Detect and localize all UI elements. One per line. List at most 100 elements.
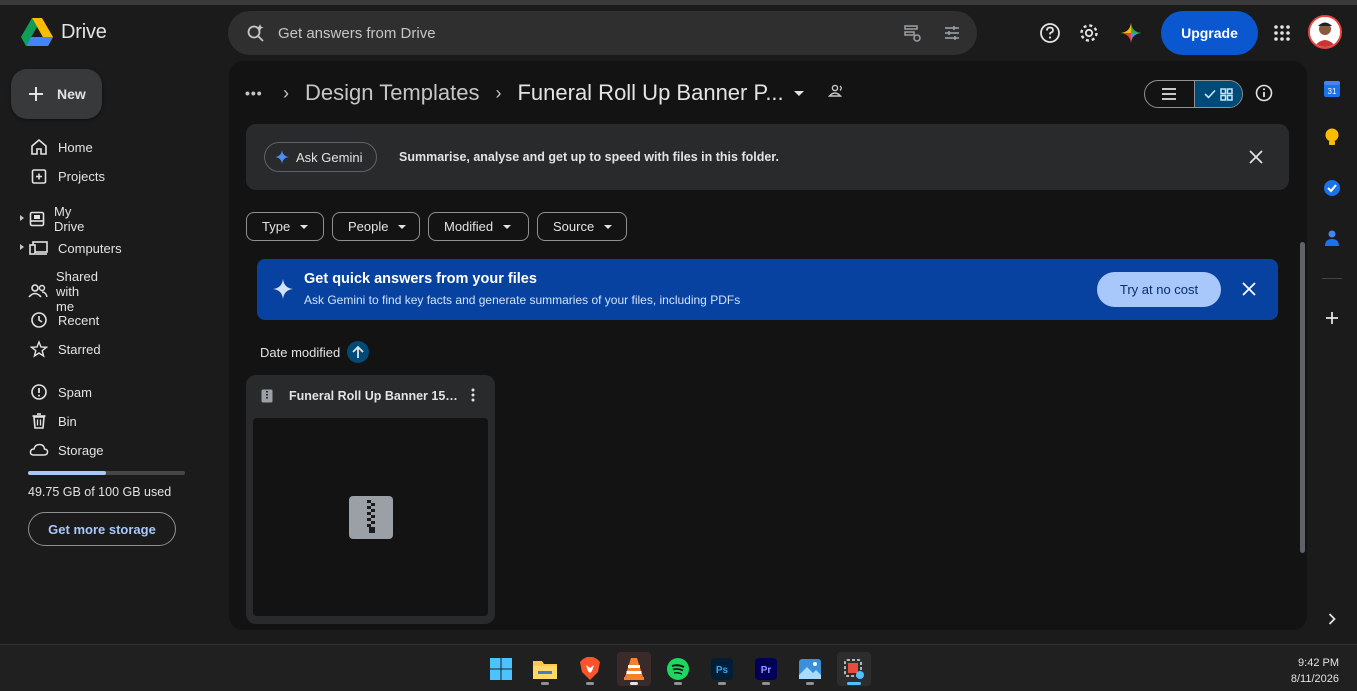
brave-browser-icon[interactable] [573, 652, 607, 686]
file-card[interactable]: Funeral Roll Up Banner 15 i... [246, 375, 495, 624]
filter-chips: Type People Modified Source [246, 212, 627, 241]
apps-grid-icon[interactable] [1270, 21, 1294, 45]
sidebar-item-spam[interactable]: Spam [18, 378, 92, 406]
chip-label: People [348, 219, 389, 234]
sidebar-item-label: Bin [58, 413, 77, 429]
shared-folder-icon[interactable] [827, 83, 846, 104]
upgrade-button[interactable]: Upgrade [1161, 11, 1258, 55]
filter-modified-chip[interactable]: Modified [428, 212, 529, 241]
breadcrumb: ••• › Design Templates › Funeral Roll Up… [245, 79, 846, 107]
sidebar-item-label: Computers [58, 240, 122, 256]
search-input[interactable] [278, 21, 838, 45]
search-sparkle-icon [246, 23, 266, 48]
sidebar-item-label: Home [58, 139, 93, 155]
expand-panel-chevron-icon[interactable] [1320, 607, 1344, 631]
gemini-bar-description: Summarise, analyse and get up to speed w… [399, 150, 779, 164]
drive-logo[interactable]: Drive [21, 18, 107, 46]
main-panel: ••• › Design Templates › Funeral Roll Up… [229, 61, 1307, 630]
breadcrumb-more-icon[interactable]: ••• [245, 85, 267, 101]
filter-sliders-icon[interactable] [942, 23, 962, 48]
check-icon [1204, 89, 1216, 99]
close-icon[interactable] [1242, 282, 1256, 301]
chevron-down-icon [604, 224, 613, 229]
folder-menu-caret-icon[interactable] [793, 84, 804, 102]
premiere-pro-icon[interactable]: Pr [749, 652, 783, 686]
expand-arrow-icon[interactable] [20, 244, 24, 250]
breadcrumb-parent[interactable]: Design Templates [305, 80, 479, 106]
ask-gemini-label: Ask Gemini [296, 149, 363, 165]
sidebar-item-home[interactable]: Home [18, 133, 93, 161]
filter-source-chip[interactable]: Source [537, 212, 627, 241]
cloud-icon [28, 439, 50, 461]
running-indicator [541, 682, 549, 685]
active-indicator [847, 682, 861, 685]
svg-text:Ps: Ps [716, 665, 729, 676]
projects-icon [28, 165, 50, 187]
help-icon[interactable] [1038, 21, 1062, 45]
windows-start-icon[interactable] [484, 652, 518, 686]
chip-label: Type [262, 219, 291, 234]
keep-icon[interactable] [1320, 125, 1344, 149]
sidebar-item-label: Starred [58, 341, 101, 357]
computers-icon [28, 237, 50, 259]
get-more-storage-button[interactable]: Get more storage [28, 512, 176, 546]
more-vert-icon[interactable] [471, 388, 475, 407]
running-indicator [630, 682, 638, 685]
promo-title: Get quick answers from your files [304, 271, 537, 287]
chevron-down-icon [503, 224, 512, 229]
info-icon[interactable] [1254, 83, 1274, 108]
zip-file-icon [261, 389, 273, 408]
sidebar-item-projects[interactable]: Projects [18, 162, 105, 190]
expand-arrow-icon[interactable] [20, 215, 24, 221]
tasks-icon[interactable] [1320, 176, 1344, 200]
scrollbar[interactable] [1300, 242, 1305, 553]
photoshop-icon[interactable]: Ps [705, 652, 739, 686]
gemini-star-icon[interactable] [1119, 21, 1143, 45]
sort-direction-button[interactable] [347, 341, 369, 363]
zip-archive-icon [349, 496, 393, 539]
svg-text:Pr: Pr [761, 665, 772, 676]
running-indicator [586, 682, 594, 685]
contacts-icon[interactable] [1320, 226, 1344, 250]
chip-label: Source [553, 219, 595, 234]
list-view-button[interactable] [1145, 81, 1194, 107]
plus-icon [29, 87, 43, 101]
new-button[interactable]: New [11, 69, 102, 119]
drive-logo-icon [21, 18, 53, 46]
filter-people-chip[interactable]: People [332, 212, 420, 241]
sidebar-item-bin[interactable]: Bin [18, 407, 77, 435]
chip-label: Modified [444, 219, 494, 234]
sidebar-item-computers[interactable]: Computers [18, 234, 122, 262]
vlc-icon[interactable] [617, 652, 651, 686]
storage-usage-text: 49.75 GB of 100 GB used [28, 485, 172, 499]
sidebar-item-label: Recent [58, 312, 100, 328]
calendar-day: 31 [1328, 87, 1337, 96]
sort-label[interactable]: Date modified [260, 345, 340, 360]
system-clock[interactable]: 9:42 PM 8/11/2026 [1291, 655, 1339, 687]
add-addon-plus-icon[interactable] [1320, 306, 1344, 330]
star-icon [28, 338, 50, 360]
search-bar[interactable] [228, 11, 977, 55]
sidebar-item-recent[interactable]: Recent [18, 306, 99, 334]
ask-gemini-button[interactable]: Ask Gemini [264, 142, 378, 172]
sidebar-item-shared[interactable]: Shared with me [18, 269, 100, 314]
running-indicator [718, 682, 726, 685]
search-options-icon[interactable] [902, 23, 922, 48]
chevron-right-icon: › [283, 82, 289, 103]
spotify-icon[interactable] [661, 652, 695, 686]
sidebar-item-storage[interactable]: Storage [18, 436, 104, 464]
snipping-tool-icon[interactable] [837, 652, 871, 686]
calendar-icon[interactable]: 31 [1320, 77, 1344, 101]
breadcrumb-current[interactable]: Funeral Roll Up Banner P... [517, 80, 783, 106]
grid-view-button[interactable] [1193, 81, 1242, 107]
settings-gear-icon[interactable] [1077, 21, 1101, 45]
close-icon[interactable] [1248, 149, 1264, 170]
try-at-no-cost-button[interactable]: Try at no cost [1097, 272, 1221, 307]
running-indicator [674, 682, 682, 685]
account-avatar[interactable] [1308, 15, 1342, 49]
file-explorer-icon[interactable] [528, 652, 562, 686]
sidebar-item-my-drive[interactable]: My Drive [18, 204, 88, 234]
filter-type-chip[interactable]: Type [246, 212, 324, 241]
sidebar-item-starred[interactable]: Starred [18, 335, 101, 363]
photos-icon[interactable] [793, 652, 827, 686]
